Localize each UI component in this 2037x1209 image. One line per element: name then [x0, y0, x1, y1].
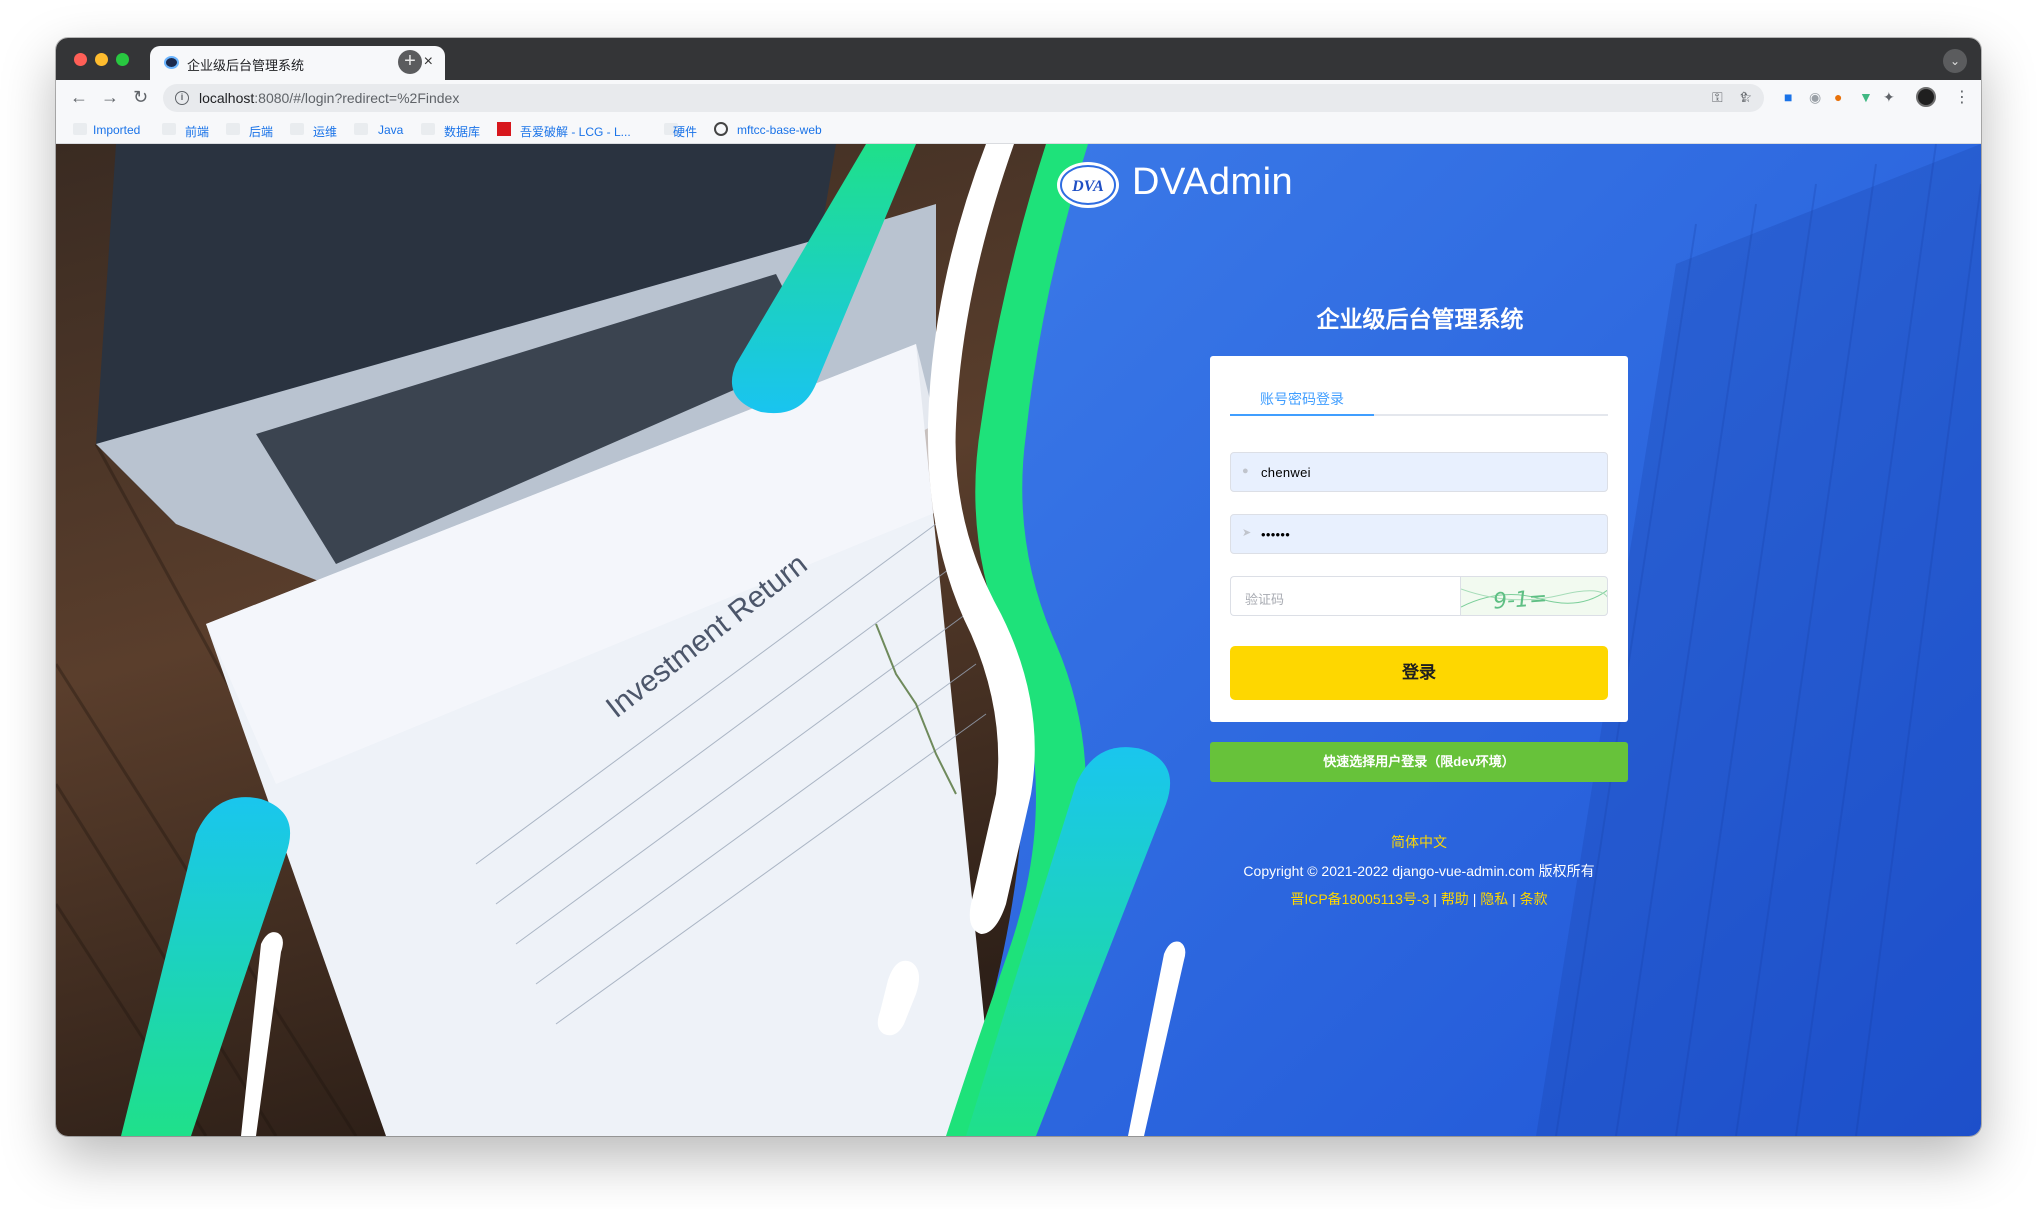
system-title: 企业级后台管理系统	[1316, 306, 1524, 332]
svg-text:DVA: DVA	[1071, 178, 1104, 195]
close-tab-icon[interactable]: ×	[424, 53, 433, 71]
captcha-image[interactable]: 9-1=	[1460, 576, 1608, 616]
bookmark-imported[interactable]: Imported	[93, 123, 140, 137]
captcha-placeholder: 验证码	[1245, 592, 1285, 607]
captcha-text: 9-1=	[1492, 586, 1548, 615]
background-illustration: Investment Return	[56, 144, 1981, 1136]
reload-icon[interactable]: ↻	[133, 86, 148, 108]
tab-active-indicator	[1230, 414, 1374, 416]
maximize-window-button[interactable]	[116, 53, 129, 66]
browser-toolbar: ← → ↻ i localhost:8080/#/login?redirect=…	[56, 80, 1981, 116]
url-text[interactable]: localhost:8080/#/login?redirect=%2Findex	[199, 90, 459, 106]
folder-icon	[421, 123, 435, 135]
tab-account-password-login[interactable]: 账号密码登录	[1260, 389, 1344, 409]
tab-title: 企业级后台管理系统	[187, 58, 305, 73]
privacy-link[interactable]: 隐私	[1480, 891, 1508, 907]
globe-icon	[714, 122, 728, 136]
tab-search-button[interactable]: ⌄	[1943, 49, 1967, 73]
extension-icon-2[interactable]: ●	[1834, 89, 1842, 105]
language-selector[interactable]: 简体中文	[1210, 832, 1628, 852]
back-arrow-icon[interactable]: ←	[70, 86, 88, 108]
close-window-button[interactable]	[74, 53, 87, 66]
bookmark-database[interactable]: 数据库	[444, 123, 480, 140]
terms-link[interactable]: 条款	[1520, 891, 1548, 907]
username-value: chenwei	[1261, 465, 1311, 480]
brand-name: DVAdmin	[1132, 161, 1294, 203]
minimize-window-button[interactable]	[95, 53, 108, 66]
forward-arrow-icon[interactable]: →	[101, 86, 119, 108]
extension-icon[interactable]: ◉	[1809, 89, 1821, 105]
new-tab-button[interactable]: +	[398, 50, 422, 74]
bookmark-star-icon[interactable]: ☆	[1739, 89, 1752, 106]
bookmark-mftcc[interactable]: mftcc-base-web	[737, 123, 822, 137]
address-bar[interactable]: i localhost:8080/#/login?redirect=%2Find…	[163, 84, 1764, 112]
tab-bar: 企业级后台管理系统 × + ⌄	[56, 38, 1981, 80]
footer-links: 晋ICP备18005113号-3 | 帮助 | 隐私 | 条款	[1290, 891, 1548, 907]
password-value: ••••••	[1261, 527, 1291, 542]
quick-login-button[interactable]: 快速选择用户登录（限dev环境）	[1210, 742, 1628, 782]
login-card: 账号密码登录 ● chenwei ➤ •••••• 验证码 9-1= 登录	[1210, 356, 1628, 722]
browser-menu-icon[interactable]: ⋮	[1954, 87, 1970, 107]
lcg-favicon-icon	[497, 122, 511, 136]
help-link[interactable]: 帮助	[1441, 891, 1469, 907]
bookmarks-bar: Imported 前端 后端 运维 Java 数据库 吾爱破解 - LCG - …	[56, 116, 1981, 144]
icp-link[interactable]: 晋ICP备18005113号-3	[1290, 891, 1429, 907]
captcha-input[interactable]: 验证码	[1230, 576, 1460, 616]
vue-devtools-icon[interactable]: ▼	[1859, 89, 1873, 105]
send-icon: ➤	[1242, 527, 1252, 539]
profile-avatar[interactable]	[1916, 87, 1936, 107]
folder-icon	[290, 123, 304, 135]
dva-logo-icon: DVA	[1057, 162, 1119, 208]
login-page: Investment Return DVA DVAdmin 企业级后台管理系统 …	[56, 144, 1981, 1136]
browser-window: 企业级后台管理系统 × + ⌄ ← → ↻ i localhost:8080/#…	[56, 38, 1981, 1136]
site-info-icon[interactable]: i	[175, 91, 189, 105]
user-icon: ●	[1242, 465, 1249, 477]
password-field[interactable]: ➤ ••••••	[1230, 514, 1608, 554]
folder-icon	[226, 123, 240, 135]
folder-icon	[162, 123, 176, 135]
key-icon[interactable]: ⚿	[1712, 89, 1723, 106]
translate-extension-icon[interactable]: ■	[1784, 89, 1792, 105]
bookmark-frontend[interactable]: 前端	[185, 123, 209, 140]
username-field[interactable]: ● chenwei	[1230, 452, 1608, 492]
bookmark-backend[interactable]: 后端	[249, 123, 273, 140]
folder-icon	[354, 123, 368, 135]
copyright-text: Copyright © 2021-2022 django-vue-admin.c…	[1243, 863, 1595, 879]
puzzle-extensions-icon[interactable]: ✦	[1883, 89, 1895, 105]
bookmark-ops[interactable]: 运维	[313, 123, 337, 140]
bookmark-java[interactable]: Java	[378, 123, 403, 137]
favicon-icon	[164, 56, 179, 69]
bookmark-hardware[interactable]: 硬件	[673, 123, 697, 140]
login-button[interactable]: 登录	[1230, 646, 1608, 700]
folder-icon	[73, 123, 87, 135]
bookmark-lcg[interactable]: 吾爱破解 - LCG - L...	[520, 123, 631, 140]
